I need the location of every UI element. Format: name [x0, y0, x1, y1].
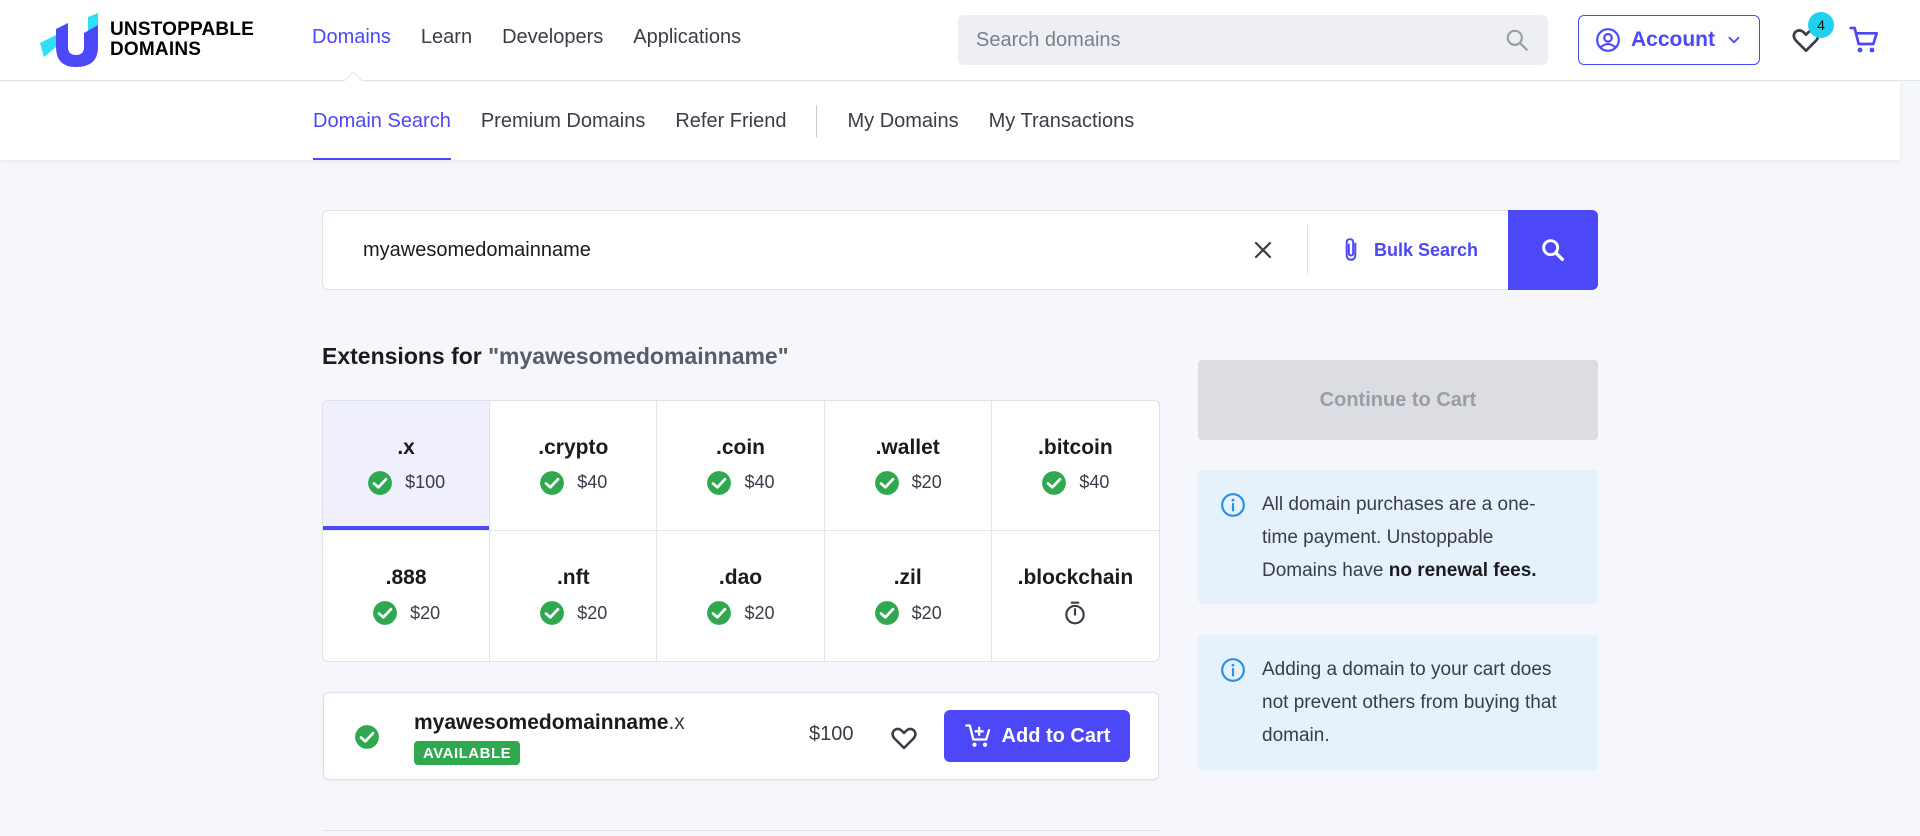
search-submit-button[interactable] — [1508, 210, 1598, 290]
extensions-heading-query: "myawesomedomainname" — [488, 343, 789, 369]
account-button[interactable]: Account — [1578, 15, 1760, 65]
extension-price: $20 — [410, 602, 441, 623]
result-domain-name: myawesomedomainname.x — [414, 711, 685, 735]
header-search-bar[interactable] — [958, 15, 1548, 65]
check-circle-icon — [707, 470, 732, 495]
extension-tile-dao[interactable]: .dao $20 — [657, 531, 825, 661]
extension-name: .x — [397, 435, 415, 459]
account-label: Account — [1631, 28, 1715, 51]
continue-to-cart-button[interactable]: Continue to Cart — [1198, 360, 1598, 440]
extension-price: $100 — [405, 472, 446, 492]
extension-tile-888[interactable]: .888 $20 — [323, 531, 491, 661]
extension-price: $40 — [744, 472, 775, 492]
add-to-cart-button[interactable]: Add to Cart — [944, 710, 1130, 762]
paperclip-icon — [1345, 238, 1357, 261]
nav-developers[interactable]: Developers — [502, 26, 603, 49]
extension-name: .bitcoin — [1038, 435, 1113, 459]
domain-result-row: myawesomedomainname.x AVAILABLE $100 Add… — [323, 692, 1159, 780]
check-circle-icon — [540, 470, 565, 495]
subnav-my-domains[interactable]: My Domains — [847, 82, 958, 160]
extension-price: $40 — [1079, 472, 1110, 492]
result-domain-label: myawesomedomainname — [414, 711, 669, 734]
cart-icon[interactable] — [1848, 24, 1880, 56]
check-circle-icon — [874, 601, 899, 625]
extension-tile-wallet[interactable]: .wallet $20 — [824, 401, 992, 531]
check-circle-icon — [1042, 470, 1067, 495]
check-circle-icon — [368, 470, 392, 495]
nav-learn[interactable]: Learn — [421, 26, 472, 49]
extensions-grid: .x $100 .crypto $40 .coin $40 .wallet $2… — [322, 400, 1160, 662]
bulk-search-button[interactable]: Bulk Search — [1308, 211, 1508, 289]
info-card-cart-note: Adding a domain to your cart does not pr… — [1198, 635, 1598, 771]
extension-name: .wallet — [875, 435, 940, 459]
top-header: UNSTOPPABLE DOMAINS Domains Learn Develo… — [0, 0, 1920, 91]
heart-icon[interactable] — [889, 723, 919, 753]
result-domain-ext: .x — [668, 711, 685, 734]
domain-search-bar: myawesomedomainname Bulk Search — [322, 210, 1598, 290]
check-circle-icon — [540, 601, 565, 625]
available-badge: AVAILABLE — [414, 741, 521, 765]
extension-name: .nft — [556, 566, 590, 589]
info-card-no-renewal: All domain purchases are a one-time paym… — [1198, 470, 1598, 604]
subnav-domain-search[interactable]: Domain Search — [313, 82, 451, 160]
search-icon — [1542, 239, 1564, 261]
extension-tile-coin[interactable]: .coin $40 — [657, 401, 825, 531]
info-icon — [1221, 493, 1245, 517]
extension-tile-zil[interactable]: .zil $20 — [825, 531, 992, 661]
subnav-divider — [816, 105, 818, 137]
domain-search-input[interactable]: myawesomedomainname — [323, 239, 1243, 262]
results-divider — [322, 830, 1160, 831]
extension-tile-nft[interactable]: .nft $20 — [490, 531, 658, 661]
search-icon[interactable] — [1504, 27, 1530, 53]
add-to-cart-label: Add to Cart — [1001, 724, 1111, 747]
extension-name: .blockchain — [1017, 566, 1134, 589]
brand-logo[interactable]: UNSTOPPABLE DOMAINS — [40, 12, 254, 68]
extension-tile-blockchain[interactable]: .blockchain — [992, 531, 1159, 661]
main-nav: Domains Learn Developers Applications — [312, 26, 741, 49]
subnav-refer-friend[interactable]: Refer Friend — [675, 82, 786, 160]
info-card-text: Adding a domain to your cart does not pr… — [1262, 659, 1557, 746]
info-card-bold: no renewal fees. — [1388, 560, 1537, 581]
extension-price: $20 — [911, 472, 942, 492]
user-circle-icon — [1596, 28, 1620, 52]
close-icon — [1254, 241, 1272, 259]
subnav-premium-domains[interactable]: Premium Domains — [481, 82, 645, 160]
extensions-heading: Extensions for "myawesomedomainname" — [322, 343, 789, 370]
brand-wordmark: UNSTOPPABLE DOMAINS — [110, 20, 254, 60]
extension-price: $20 — [577, 602, 608, 623]
bulk-search-label: Bulk Search — [1373, 239, 1478, 260]
sub-nav: Domain Search Premium Domains Refer Frie… — [313, 82, 1164, 160]
clear-search-button[interactable] — [1243, 230, 1283, 270]
nav-applications[interactable]: Applications — [633, 26, 741, 49]
extension-tile-bitcoin[interactable]: .bitcoin $40 — [991, 401, 1159, 531]
extension-name: .crypto — [538, 435, 609, 459]
nav-domains[interactable]: Domains — [312, 26, 391, 49]
subnav-my-transactions[interactable]: My Transactions — [989, 82, 1135, 160]
unstoppable-u-logo — [40, 13, 98, 67]
extension-name: .888 — [385, 566, 427, 589]
brand-line-1: UNSTOPPABLE — [110, 19, 255, 40]
chevron-down-icon — [1728, 36, 1740, 44]
check-circle-icon — [373, 601, 397, 625]
extensions-heading-prefix: Extensions for — [322, 343, 489, 369]
extension-tile-crypto[interactable]: .crypto $40 — [490, 401, 658, 531]
check-circle-icon — [874, 470, 899, 495]
extension-name: .dao — [718, 566, 763, 589]
extension-name: .coin — [715, 435, 765, 459]
brand-line-2: DOMAINS — [110, 39, 202, 60]
result-price: $100 — [809, 723, 854, 745]
check-circle-icon — [355, 725, 379, 749]
extension-name: .zil — [893, 566, 922, 589]
timer-icon — [1065, 601, 1086, 625]
extension-price: $20 — [911, 602, 942, 623]
extension-price: $40 — [577, 472, 608, 492]
extension-tile-x[interactable]: .x $100 — [323, 401, 491, 531]
favorites-count-badge: 4 — [1808, 12, 1834, 38]
check-circle-icon — [707, 601, 732, 625]
header-search-input[interactable] — [976, 28, 1504, 52]
extension-price: $20 — [744, 602, 775, 623]
info-icon — [1221, 658, 1245, 682]
cart-plus-icon — [964, 724, 990, 747]
sub-navigation-bar: Domain Search Premium Domains Refer Frie… — [0, 82, 1900, 160]
